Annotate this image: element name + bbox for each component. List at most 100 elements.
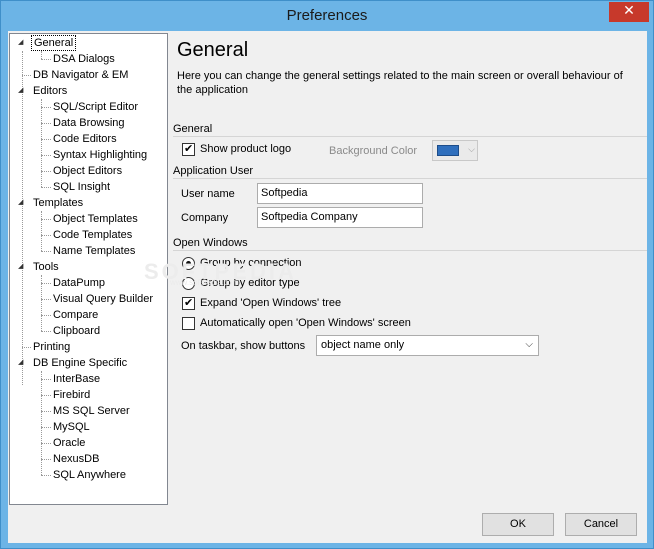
divider [173,178,647,179]
tree-item-label: Editors [33,85,68,97]
preferences-window: Preferences ✕ ◢ General DSA Dialogs DB Navi… [0,0,654,549]
tree-item-label: Object Editors [53,165,123,177]
tree-connector [41,107,51,108]
expand-toggle-icon[interactable]: ◢ [18,35,27,51]
tree-connector [41,411,51,412]
section-application-user: Application User [173,165,647,179]
expand-tree-checkbox[interactable]: ✔ [182,296,195,310]
tree-item-label: DB Navigator & EM [33,69,129,81]
tree-connector [41,139,51,140]
dialog-client-area: ◢ General DSA Dialogs DB Navigator & EM ◢ Edi… [8,31,647,543]
background-color-label: Background Color [329,145,418,157]
ok-button[interactable]: OK [482,513,554,536]
show-logo-checkbox[interactable]: ✔ [182,142,195,156]
tree-connector [22,51,23,385]
close-icon: ✕ [623,3,635,19]
checkmark-icon: ✔ [184,142,194,155]
divider [173,250,647,251]
tree-item-label: MS SQL Server [53,405,130,417]
page-description: Here you can change the general settings… [177,70,623,96]
auto-open-checkbox[interactable] [182,317,195,330]
color-swatch [437,145,459,156]
tree-connector [41,299,51,300]
tree-item-label: Syntax Highlighting [53,149,148,161]
tree-item-label: Oracle [53,437,86,449]
tree-item-label: MySQL [53,421,90,433]
tree-connector [41,395,51,396]
tree-connector [22,75,31,76]
tree-connector [41,379,51,380]
tree-item-label: Templates [33,197,84,209]
expand-toggle-icon[interactable]: ◢ [18,83,27,99]
tree-connector [41,99,42,187]
tree-item-label: Printing [33,341,71,353]
background-color-picker[interactable]: ⌵ [432,140,478,161]
chevron-down-icon: ⌵ [468,144,475,154]
divider [173,136,647,137]
tree-connector [41,187,51,188]
tree-connector [41,251,51,252]
tree-item-label: SQL Insight [53,181,111,193]
tree-item-label: NexusDB [53,453,100,465]
tree-connector [41,123,51,124]
title-bar: Preferences ✕ [1,1,653,31]
section-title-general: General [173,123,213,135]
tree-item-label: General [31,35,77,51]
tree-item-label: Tools [33,261,59,273]
taskbar-select-value: object name only [321,339,405,351]
page-title: General [177,39,249,61]
tree-item-label: Name Templates [53,245,136,257]
company-label: Company [181,212,229,224]
tree-item-label: SQL/Script Editor [53,101,138,113]
tree-connector [41,475,51,476]
show-logo-label: Show product logo [200,143,292,155]
tree-item-label: DataPump [53,277,105,289]
chevron-down-icon: ⌵ [525,339,533,350]
tree-connector [41,51,42,59]
tree-connector [41,315,51,316]
tree-item-label: Code Templates [53,229,133,241]
tree-item-label: Object Templates [53,213,138,225]
close-button[interactable]: ✕ [609,2,649,22]
expand-tree-label: Expand 'Open Windows' tree [200,297,342,309]
tree-item-label: Compare [53,309,99,321]
section-title-open-windows: Open Windows [173,237,248,249]
tree-connector [22,347,31,348]
tree-connector [41,331,51,332]
tree-item-label: Clipboard [53,325,101,337]
tree-connector [41,59,51,60]
tree-item-label: InterBase [53,373,101,385]
user-name-label: User name [181,188,235,200]
expand-toggle-icon[interactable]: ◢ [18,355,27,371]
tree-connector [41,275,42,331]
company-field[interactable]: Softpedia Company [257,207,423,228]
tree-connector [41,155,51,156]
watermark-url: www.softpedia.com [170,278,239,287]
taskbar-label: On taskbar, show buttons [181,340,306,352]
tree-item-label: Visual Query Builder [53,293,154,305]
user-name-field[interactable]: Softpedia [257,183,423,204]
tree-connector [41,427,51,428]
section-open-windows: Open Windows [173,237,647,251]
section-general: General [173,123,647,137]
section-title-application-user: Application User [173,165,254,177]
tree-connector [41,219,51,220]
window-title: Preferences [286,7,368,24]
auto-open-label: Automatically open 'Open Windows' screen [200,317,411,329]
tree-item-label: Code Editors [53,133,117,145]
expand-toggle-icon[interactable]: ◢ [18,259,27,275]
tree-connector [41,211,42,251]
taskbar-buttons-select[interactable]: object name only ⌵ [316,335,539,356]
tree-connector [41,371,42,475]
tree-item-label: SQL Anywhere [53,469,126,481]
tree-item-label: DB Engine Specific [33,357,128,369]
tree-item-label: Firebird [53,389,91,401]
tree-item-label: DSA Dialogs [53,53,115,65]
expand-toggle-icon[interactable]: ◢ [18,195,27,211]
checkmark-icon: ✔ [184,296,194,309]
tree-item-label: Data Browsing [53,117,125,129]
tree-connector [41,459,51,460]
tree-connector [41,283,51,284]
tree-connector [41,235,51,236]
cancel-button[interactable]: Cancel [565,513,637,536]
